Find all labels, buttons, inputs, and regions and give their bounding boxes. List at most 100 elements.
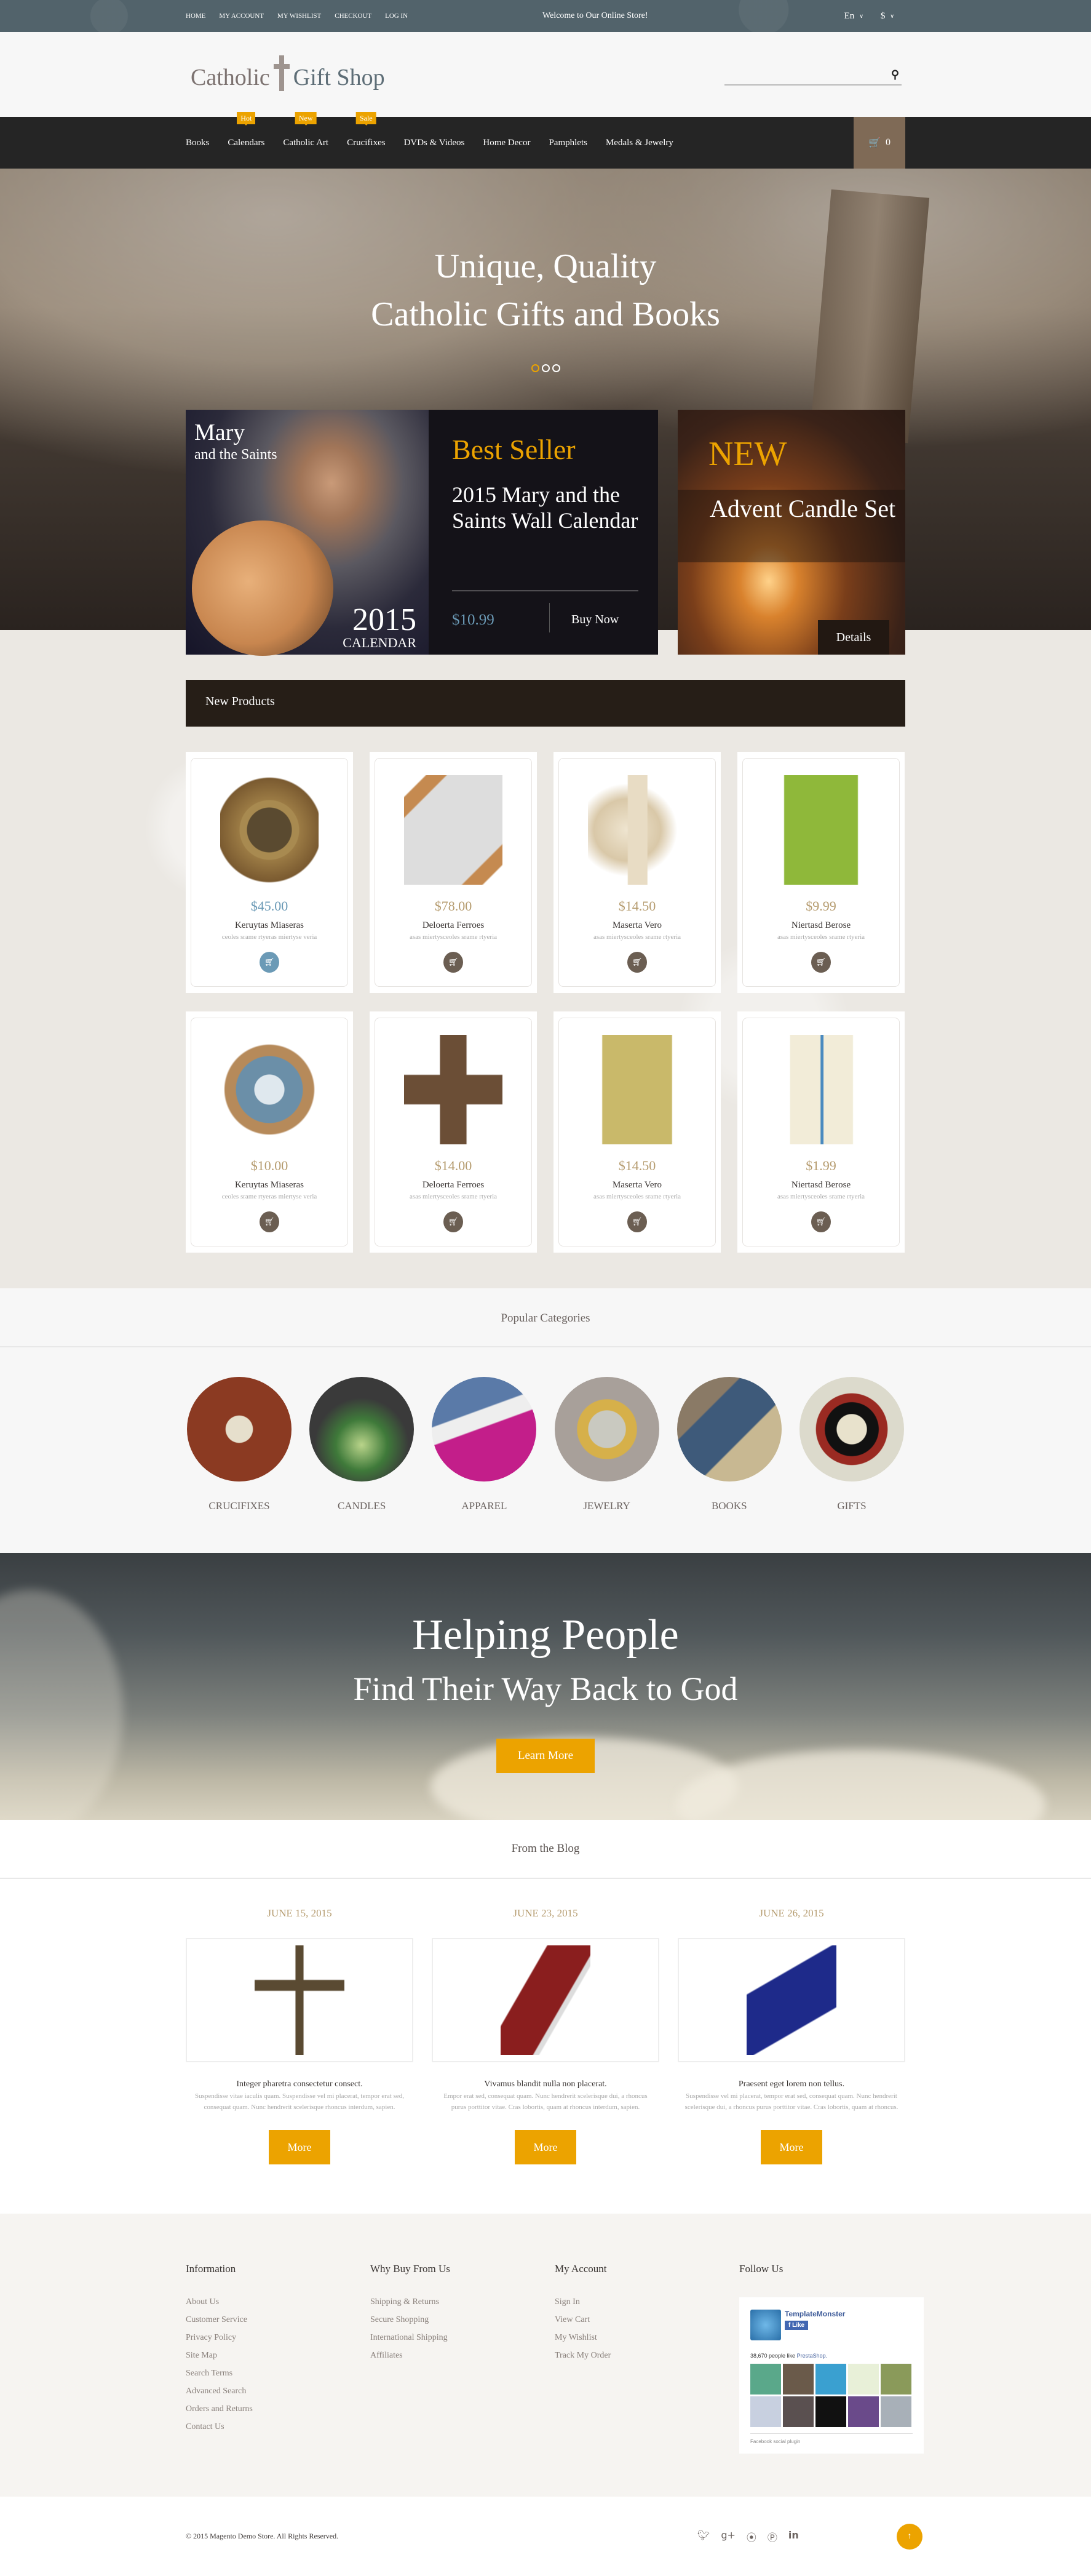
product-card[interactable]: $9.99 Niertasd Berose asas miertysceoles… (737, 752, 905, 993)
product-image[interactable] (588, 775, 686, 885)
product-image[interactable] (220, 1035, 319, 1144)
post-image[interactable] (186, 1938, 413, 2062)
read-more-button[interactable]: More (269, 2130, 330, 2164)
top-link-my-wishlist[interactable]: MY WISHLIST (277, 12, 321, 20)
footer-link-site-map[interactable]: Site Map (186, 2351, 370, 2361)
fan-avatar[interactable] (783, 2396, 814, 2427)
fan-avatar[interactable] (783, 2364, 814, 2395)
site-logo[interactable]: Catholic Gift Shop (191, 55, 385, 91)
learn-more-button[interactable]: Learn More (496, 1739, 595, 1773)
rss-icon[interactable]: ⦿ (747, 2529, 756, 2544)
add-to-cart-button[interactable]: 🛒︎ (260, 952, 279, 973)
back-to-top-button[interactable]: ↑ (897, 2523, 922, 2550)
footer-link-orders-and-returns[interactable]: Orders and Returns (186, 2404, 370, 2414)
footer-link-about-us[interactable]: About Us (186, 2297, 370, 2307)
facebook-page-name[interactable]: TemplateMonster (785, 2310, 845, 2318)
post-image[interactable] (432, 1938, 659, 2062)
footer-link-my-wishlist[interactable]: My Wishlist (555, 2333, 739, 2343)
category-books[interactable]: BOOKS (676, 1377, 782, 1512)
search-icon[interactable]: ⚲ (891, 68, 899, 81)
top-link-my-account[interactable]: MY ACCOUNT (219, 12, 264, 20)
fan-avatar[interactable] (815, 2364, 846, 2395)
footer-link-shipping-returns[interactable]: Shipping & Returns (370, 2297, 555, 2307)
footer-link-international-shipping[interactable]: International Shipping (370, 2333, 555, 2343)
read-more-button[interactable]: More (761, 2130, 822, 2164)
product-card[interactable]: $45.00 Keruytas Miaseras ceoles srame rt… (186, 752, 353, 993)
slider-dot[interactable] (541, 364, 550, 372)
footer-link-affiliates[interactable]: Affiliates (370, 2351, 555, 2361)
footer-link-advanced-search[interactable]: Advanced Search (186, 2387, 370, 2396)
search-input[interactable] (724, 66, 878, 83)
post-title[interactable]: Integer pharetra consectetur consect. (186, 2080, 413, 2089)
category-crucifixes[interactable]: CRUCIFIXES (187, 1377, 292, 1512)
product-image[interactable] (772, 1035, 870, 1144)
fan-avatar[interactable] (881, 2396, 911, 2427)
product-image[interactable] (404, 775, 502, 885)
buy-now-button[interactable]: Buy Now (571, 613, 619, 627)
category-jewelry[interactable]: JEWELRY (554, 1377, 659, 1512)
post-image[interactable] (678, 1938, 905, 2062)
fan-avatar[interactable] (815, 2396, 846, 2427)
new-product-banner[interactable]: NEW Advent Candle Set Details (678, 410, 905, 655)
product-image[interactable] (588, 1035, 686, 1144)
fan-avatar[interactable] (750, 2364, 781, 2395)
cart-button[interactable]: 🛒 0 (854, 117, 905, 169)
category-candles[interactable]: CANDLES (309, 1377, 415, 1512)
linkedin-icon[interactable]: in (788, 2529, 799, 2544)
footer-link-customer-service[interactable]: Customer Service (186, 2315, 370, 2325)
top-link-log-in[interactable]: LOG IN (385, 12, 408, 20)
add-to-cart-button[interactable]: 🛒︎ (811, 952, 831, 973)
bestseller-banner[interactable]: Mary and the Saints 2015 CALENDAR Best S… (186, 410, 658, 656)
product-image[interactable] (772, 775, 870, 885)
fan-avatar[interactable] (848, 2396, 879, 2427)
post-title[interactable]: Vivamus blandit nulla non placerat. (432, 2080, 659, 2089)
footer-link-view-cart[interactable]: View Cart (555, 2315, 739, 2325)
product-card[interactable]: $10.00 Keruytas Miaseras ceoles srame rt… (186, 1011, 353, 1253)
nav-item-medals-jewelry[interactable]: Medals & Jewelry (606, 138, 673, 148)
top-link-checkout[interactable]: CHECKOUT (335, 12, 371, 20)
pinterest-icon[interactable]: Ⓟ (768, 2529, 777, 2544)
footer-link-track-my-order[interactable]: Track My Order (555, 2351, 739, 2361)
add-to-cart-button[interactable]: 🛒︎ (443, 952, 463, 973)
nav-item-pamphlets[interactable]: Pamphlets (549, 138, 587, 148)
fan-avatar[interactable] (848, 2364, 879, 2395)
slider-dot[interactable] (531, 364, 539, 372)
nav-item-books[interactable]: Books (186, 138, 209, 148)
nav-item-dvds-videos[interactable]: DVDs & Videos (404, 138, 465, 148)
category-apparel[interactable]: APPAREL (432, 1377, 537, 1512)
category-gifts[interactable]: GIFTS (799, 1377, 904, 1512)
footer-link-secure-shopping[interactable]: Secure Shopping (370, 2315, 555, 2325)
add-to-cart-button[interactable]: 🛒︎ (443, 1211, 463, 1232)
nav-item-crucifixes[interactable]: Crucifixes Sale (347, 111, 386, 148)
footer-link-privacy-policy[interactable]: Privacy Policy (186, 2333, 370, 2343)
product-card[interactable]: $1.99 Niertasd Berose asas miertysceoles… (737, 1011, 905, 1253)
product-card[interactable]: $14.50 Maserta Vero asas miertysceoles s… (553, 1011, 721, 1253)
twitter-icon[interactable]: 🐦︎ (697, 2529, 710, 2544)
likes-count-link[interactable]: PrestaShop. (797, 2353, 828, 2359)
product-card[interactable]: $14.50 Maserta Vero asas miertysceoles s… (553, 752, 721, 993)
add-to-cart-button[interactable]: 🛒︎ (627, 1211, 647, 1232)
add-to-cart-button[interactable]: 🛒︎ (811, 1211, 831, 1232)
language-selector[interactable]: En ∨ (844, 11, 863, 22)
slider-dot[interactable] (552, 364, 560, 372)
nav-item-catholic-art[interactable]: Catholic Art New (283, 111, 328, 148)
currency-selector[interactable]: $ ∨ (881, 11, 894, 22)
details-button[interactable]: Details (818, 620, 889, 655)
footer-link-contact-us[interactable]: Contact Us (186, 2422, 370, 2432)
google-plus-icon[interactable]: g+ (721, 2529, 736, 2544)
nav-item-home-decor[interactable]: Home Decor (483, 138, 530, 148)
post-title[interactable]: Praesent eget lorem non tellus. (678, 2080, 905, 2089)
product-image[interactable] (404, 1035, 502, 1144)
nav-item-calendars[interactable]: Calendars Hot (228, 111, 264, 148)
product-card[interactable]: $78.00 Deloerta Ferroes asas miertysceol… (370, 752, 537, 993)
footer-link-search-terms[interactable]: Search Terms (186, 2369, 370, 2379)
top-link-home[interactable]: HOME (186, 12, 205, 20)
facebook-like-button[interactable]: f Like (785, 2321, 809, 2330)
footer-link-sign-in[interactable]: Sign In (555, 2297, 739, 2307)
fan-avatar[interactable] (750, 2396, 781, 2427)
add-to-cart-button[interactable]: 🛒︎ (260, 1211, 279, 1232)
product-card[interactable]: $14.00 Deloerta Ferroes asas miertysceol… (370, 1011, 537, 1253)
read-more-button[interactable]: More (515, 2130, 576, 2164)
add-to-cart-button[interactable]: 🛒︎ (627, 952, 647, 973)
product-image[interactable] (220, 775, 319, 885)
